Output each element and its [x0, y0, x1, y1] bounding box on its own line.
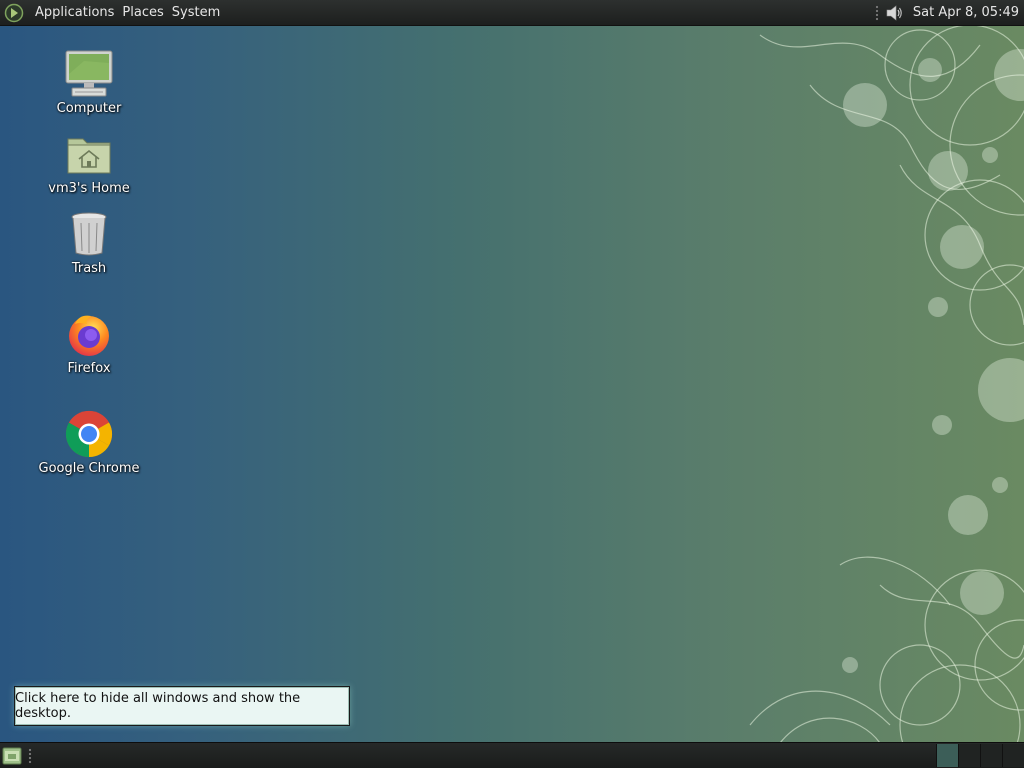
workspace-switcher[interactable] — [936, 744, 1024, 767]
workspace-2[interactable] — [958, 744, 980, 767]
workspace-3[interactable] — [980, 744, 1002, 767]
desktop-icon-label: vm3's Home — [48, 181, 130, 196]
bottom-panel — [0, 742, 1024, 768]
show-desktop-tooltip: Click here to hide all windows and show … — [14, 686, 350, 726]
tooltip-text: Click here to hide all windows and show … — [15, 691, 301, 721]
panel-handle[interactable] — [28, 748, 32, 764]
speaker-icon[interactable] — [883, 2, 905, 24]
desktop-icon-chrome[interactable]: Google Chrome — [34, 408, 144, 476]
trash-icon — [63, 208, 115, 260]
home-folder-icon — [63, 128, 115, 180]
computer-icon — [63, 48, 115, 100]
desktop-icon-home[interactable]: vm3's Home — [34, 128, 144, 196]
top-panel: Applications Places System Sat Apr 8, 05… — [0, 0, 1024, 26]
desktop-icon-trash[interactable]: Trash — [34, 208, 144, 276]
menu-applications[interactable]: Applications — [31, 0, 118, 25]
desktop-icon-label: Trash — [71, 261, 107, 276]
workspace-4[interactable] — [1002, 744, 1024, 767]
desktop-icon-label: Computer — [56, 101, 122, 116]
panel-tray: Sat Apr 8, 05:49 — [874, 0, 1024, 25]
desktop-icon-firefox[interactable]: Firefox — [34, 308, 144, 376]
desktop[interactable]: Applications Places System Sat Apr 8, 05… — [0, 0, 1024, 768]
firefox-icon — [63, 308, 115, 360]
chrome-icon — [63, 408, 115, 460]
menu-system[interactable]: System — [168, 0, 224, 25]
desktop-icon-computer[interactable]: Computer — [34, 48, 144, 116]
desktop-icon-label: Firefox — [67, 361, 111, 376]
menu-places[interactable]: Places — [118, 0, 167, 25]
panel-handle[interactable] — [874, 4, 879, 21]
clock[interactable]: Sat Apr 8, 05:49 — [913, 5, 1019, 20]
wallpaper-swirls — [749, 25, 1024, 743]
show-desktop-icon — [2, 747, 22, 765]
workspace-1[interactable] — [936, 744, 958, 767]
foot-logo-icon[interactable] — [3, 2, 25, 24]
desktop-icon-label: Google Chrome — [38, 461, 140, 476]
show-desktop-button[interactable] — [1, 745, 23, 767]
